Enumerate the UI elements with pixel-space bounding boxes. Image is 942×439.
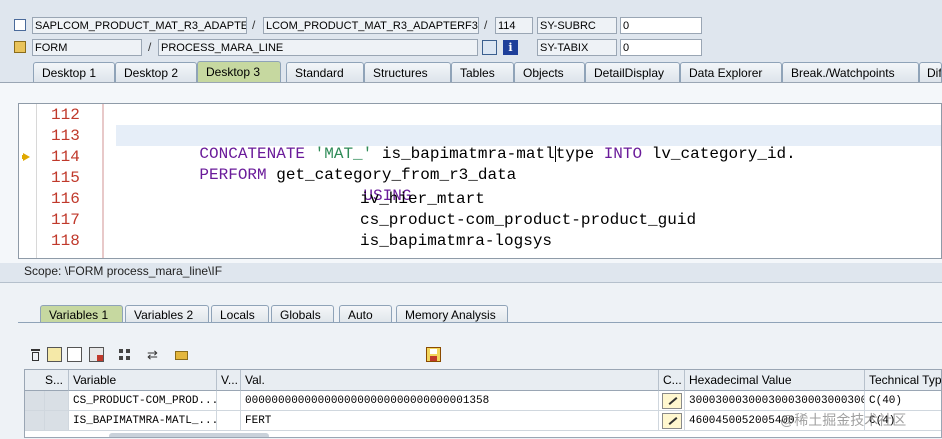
tab-desktop-2[interactable]: Desktop 2: [115, 62, 197, 82]
code-line[interactable]: cs_product-com_product-product_guid: [360, 211, 696, 229]
tab-data-explorer[interactable]: Data Explorer: [680, 62, 782, 82]
code-line[interactable]: iv_hier_mtart: [360, 190, 485, 208]
sysvar-value-field[interactable]: 0: [620, 39, 702, 56]
line-number: 118: [51, 232, 80, 250]
v-cell: [217, 391, 241, 411]
pencil-icon[interactable]: [662, 393, 682, 409]
row-selector[interactable]: [25, 391, 45, 411]
tab-standard[interactable]: Standard: [286, 62, 364, 82]
tech-type-cell: C(40): [865, 391, 941, 411]
column-header-variable[interactable]: Variable: [69, 370, 217, 391]
row-selector[interactable]: [25, 411, 45, 431]
pencil-icon[interactable]: [662, 413, 682, 429]
horizontal-scrollbar[interactable]: [109, 433, 269, 437]
info-icon[interactable]: i: [503, 40, 518, 55]
tab-globals[interactable]: Globals: [271, 305, 334, 323]
debugger-header: SAPLCOM_PRODUCT_MAT_R3_ADAPTER / LCOM_PR…: [0, 0, 942, 60]
column-header-status[interactable]: S...: [25, 370, 69, 391]
sysvar-name-field[interactable]: SY-TABIX: [537, 39, 617, 56]
watermark: @稀土掘金技术社区: [780, 412, 907, 428]
identifier: type: [555, 145, 595, 163]
include-field[interactable]: LCOM_PRODUCT_MAT_R3_ADAPTERF36: [263, 17, 479, 34]
separator: /: [148, 40, 152, 54]
tab-desktop-3[interactable]: Desktop 3: [197, 61, 281, 82]
code-line[interactable]: is_bapimatmra-logsys: [360, 232, 552, 250]
tab-structures[interactable]: Structures: [364, 62, 451, 82]
sysvar-value-field[interactable]: 0: [620, 17, 702, 34]
line-number: 114: [51, 148, 80, 166]
line-number: 112: [51, 106, 80, 124]
column-header-value[interactable]: Val.: [241, 370, 659, 391]
keyword: PERFORM: [199, 166, 267, 184]
save-icon[interactable]: [426, 347, 441, 362]
source-icon[interactable]: [482, 40, 497, 55]
hex-cell: 3000300030003000300030003000...: [685, 391, 865, 411]
tab-tables[interactable]: Tables: [451, 62, 514, 82]
name-field[interactable]: PROCESS_MARA_LINE: [158, 39, 478, 56]
source-editor[interactable]: 112 113 114 115 116 117 118 CONCATENATE …: [18, 103, 942, 259]
program-icon: [14, 19, 26, 31]
tab-detail-display[interactable]: DetailDisplay: [585, 62, 680, 82]
line-number: 115: [51, 169, 80, 187]
line-number: 113: [51, 127, 80, 145]
program-field[interactable]: SAPLCOM_PRODUCT_MAT_R3_ADAPTER: [32, 17, 247, 34]
keyword: INTO: [603, 145, 643, 163]
column-header-hex[interactable]: Hexadecimal Value: [685, 370, 865, 391]
transfer-icon[interactable]: ⇄: [145, 347, 160, 362]
deselect-icon[interactable]: [67, 347, 82, 362]
tab-memory-analysis[interactable]: Memory Analysis: [396, 305, 508, 323]
sysvar-name-field[interactable]: SY-SUBRC: [537, 17, 617, 34]
tab-variables-2[interactable]: Variables 2: [125, 305, 209, 323]
desktop-tabs: Desktop 1 Desktop 2 Desktop 3 Standard S…: [0, 60, 942, 82]
scope-label: Scope: \FORM process_mara_line\IF: [24, 264, 223, 278]
column-header-tech-type[interactable]: Technical Typ: [865, 370, 941, 391]
status-cell: [45, 391, 69, 411]
type-field[interactable]: FORM: [32, 39, 142, 56]
form-icon: [14, 41, 26, 53]
tab-dif[interactable]: Dif: [919, 62, 942, 82]
breakpoint-gutter[interactable]: [19, 104, 37, 258]
v-cell: [217, 411, 241, 431]
tab-baseline: [18, 322, 942, 323]
line-number: 117: [51, 211, 80, 229]
variable[interactable]: lv_category_id.: [652, 145, 796, 163]
value-cell[interactable]: 0000000000000000000000000000000001358: [241, 391, 659, 411]
tab-locals[interactable]: Locals: [211, 305, 269, 323]
tab-variables-1[interactable]: Variables 1: [40, 305, 123, 323]
tab-objects[interactable]: Objects: [514, 62, 585, 82]
variable-cell[interactable]: IS_BAPIMATMRA-MATL_...: [69, 411, 217, 431]
tab-break-watchpoints[interactable]: Break./Watchpoints: [782, 62, 919, 82]
hierarchy-icon[interactable]: [117, 347, 132, 362]
folder-icon[interactable]: [174, 347, 189, 362]
line-field[interactable]: 114: [495, 17, 533, 34]
value-cell[interactable]: FERT: [241, 411, 659, 431]
separator: /: [252, 18, 256, 32]
variable-cell[interactable]: CS_PRODUCT-COM_PROD...: [69, 391, 217, 411]
status-cell: [45, 411, 69, 431]
arrow-icon: [22, 155, 26, 159]
delete-icon[interactable]: [28, 347, 43, 362]
save-variables-icon[interactable]: [89, 347, 104, 362]
column-header-v[interactable]: V...: [217, 370, 241, 391]
select-all-icon[interactable]: [47, 347, 62, 362]
line-number: 116: [51, 190, 80, 208]
separator: /: [484, 18, 488, 32]
column-header-change[interactable]: C...: [659, 370, 685, 391]
tab-auto[interactable]: Auto: [339, 305, 392, 323]
tab-desktop-1[interactable]: Desktop 1: [33, 62, 115, 82]
